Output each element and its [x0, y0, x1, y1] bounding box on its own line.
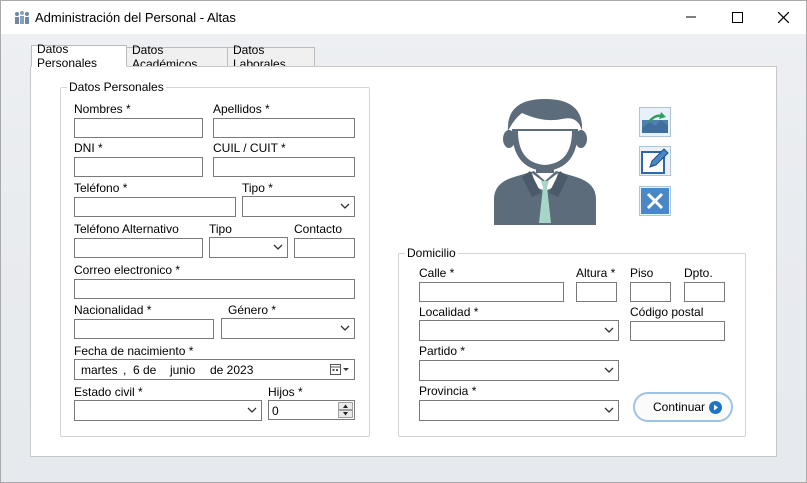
- fecha-year: de 2023: [210, 363, 254, 377]
- chevron-down-icon: [247, 407, 257, 413]
- tab-datos-academicos[interactable]: Datos Académicos: [126, 43, 228, 71]
- close-icon: [777, 11, 789, 23]
- fecha-nacimiento-picker[interactable]: martes , 6 de junio de 2023: [74, 359, 355, 380]
- tipo-alt-select[interactable]: [209, 237, 288, 258]
- domicilio-legend: Domicilio: [405, 246, 458, 260]
- fecha-nacimiento-label: Fecha de nacimiento *: [74, 344, 194, 358]
- chevron-down-icon: [604, 327, 614, 333]
- fecha-separator: ,: [123, 363, 127, 377]
- tipo-label: Tipo *: [242, 181, 273, 195]
- calle-label: Calle *: [419, 266, 455, 280]
- window-title: Administración del Personal - Altas: [35, 10, 236, 25]
- genero-label: Género *: [228, 303, 277, 317]
- continuar-button[interactable]: Continuar: [633, 392, 733, 422]
- estado-civil-select[interactable]: [74, 400, 262, 421]
- hijos-stepper[interactable]: 0: [268, 400, 355, 420]
- title-bar: Administración del Personal - Altas: [1, 1, 806, 34]
- delete-photo-button[interactable]: [639, 186, 671, 216]
- dpto-label: Dpto.: [684, 266, 713, 280]
- correo-input[interactable]: [74, 279, 355, 299]
- piso-input[interactable]: [630, 282, 671, 302]
- provincia-label: Provincia *: [419, 384, 477, 398]
- codigo-postal-input[interactable]: [630, 321, 725, 341]
- app-window: Administración del Personal - Altas Dato…: [0, 0, 807, 483]
- dni-label: DNI *: [74, 141, 103, 155]
- chevron-down-icon: [340, 325, 350, 331]
- partido-label: Partido *: [419, 344, 466, 358]
- minimize-button[interactable]: [668, 1, 714, 33]
- app-icon: [15, 11, 29, 24]
- altura-label: Altura *: [576, 266, 616, 280]
- telefono-alt-label: Teléfono Alternativo: [74, 222, 179, 236]
- partido-select[interactable]: [419, 360, 619, 381]
- fecha-weekday: martes: [81, 363, 118, 377]
- correo-label: Correo electronico *: [74, 263, 181, 277]
- minimize-icon: [686, 16, 696, 18]
- telefono-alt-input[interactable]: [74, 238, 203, 258]
- contacto-label: Contacto: [294, 222, 343, 236]
- hijos-label: Hijos *: [268, 385, 303, 399]
- arrow-right-circle-icon: [709, 401, 722, 414]
- telefono-input[interactable]: [74, 197, 236, 217]
- codigo-postal-label: Código postal: [630, 305, 704, 319]
- nacionalidad-input[interactable]: [74, 319, 214, 339]
- maximize-button[interactable]: [714, 1, 760, 33]
- edit-photo-button[interactable]: [639, 146, 671, 176]
- tipo-alt-label: Tipo: [209, 222, 232, 236]
- caret-up-icon: [343, 404, 348, 408]
- cuil-input[interactable]: [213, 157, 355, 177]
- fecha-month: junio: [170, 363, 196, 377]
- dpto-input[interactable]: [684, 282, 725, 302]
- chevron-down-icon: [604, 367, 614, 373]
- altura-input[interactable]: [576, 282, 617, 302]
- datos-personales-legend: Datos Personales: [67, 80, 166, 94]
- tab-datos-personales[interactable]: Datos Personales: [31, 42, 127, 70]
- localidad-label: Localidad *: [419, 305, 479, 319]
- nombres-input[interactable]: [74, 118, 203, 138]
- provincia-select[interactable]: [419, 400, 619, 421]
- caret-down-icon: [343, 412, 348, 416]
- nacionalidad-label: Nacionalidad *: [74, 303, 152, 317]
- calle-input[interactable]: [419, 282, 564, 302]
- edit-photo-icon: [641, 148, 669, 174]
- tab-datos-laborales[interactable]: Datos Laborales: [227, 43, 315, 71]
- hijos-spin-buttons: [338, 402, 353, 418]
- chevron-down-icon: [340, 203, 350, 209]
- fecha-day: 6 de: [133, 363, 157, 377]
- telefono-label: Teléfono *: [74, 181, 128, 195]
- apellidos-input[interactable]: [213, 118, 355, 138]
- dni-input[interactable]: [74, 157, 203, 177]
- chevron-down-icon: [604, 407, 614, 413]
- apellidos-label: Apellidos *: [213, 102, 270, 116]
- spin-up-button[interactable]: [338, 402, 353, 410]
- localidad-select[interactable]: [419, 320, 619, 341]
- estado-civil-label: Estado civil *: [74, 385, 143, 399]
- piso-label: Piso: [630, 266, 654, 280]
- tipo-telefono-select[interactable]: [242, 196, 355, 217]
- hijos-value: 0: [272, 404, 279, 418]
- spin-down-button[interactable]: [338, 410, 353, 418]
- genero-select[interactable]: [221, 318, 355, 339]
- close-window-button[interactable]: [760, 1, 806, 33]
- chevron-down-icon: [273, 244, 283, 250]
- maximize-icon: [731, 11, 743, 23]
- nombres-label: Nombres *: [74, 102, 131, 116]
- upload-photo-icon: [642, 112, 668, 133]
- continuar-label: Continuar: [653, 400, 706, 414]
- delete-photo-icon: [641, 188, 669, 214]
- avatar-placeholder-icon: [494, 99, 596, 225]
- upload-photo-button[interactable]: [639, 107, 671, 137]
- contacto-input[interactable]: [294, 238, 355, 258]
- calendar-dropdown-icon[interactable]: [330, 363, 350, 377]
- cuil-label: CUIL / CUIT *: [213, 141, 286, 155]
